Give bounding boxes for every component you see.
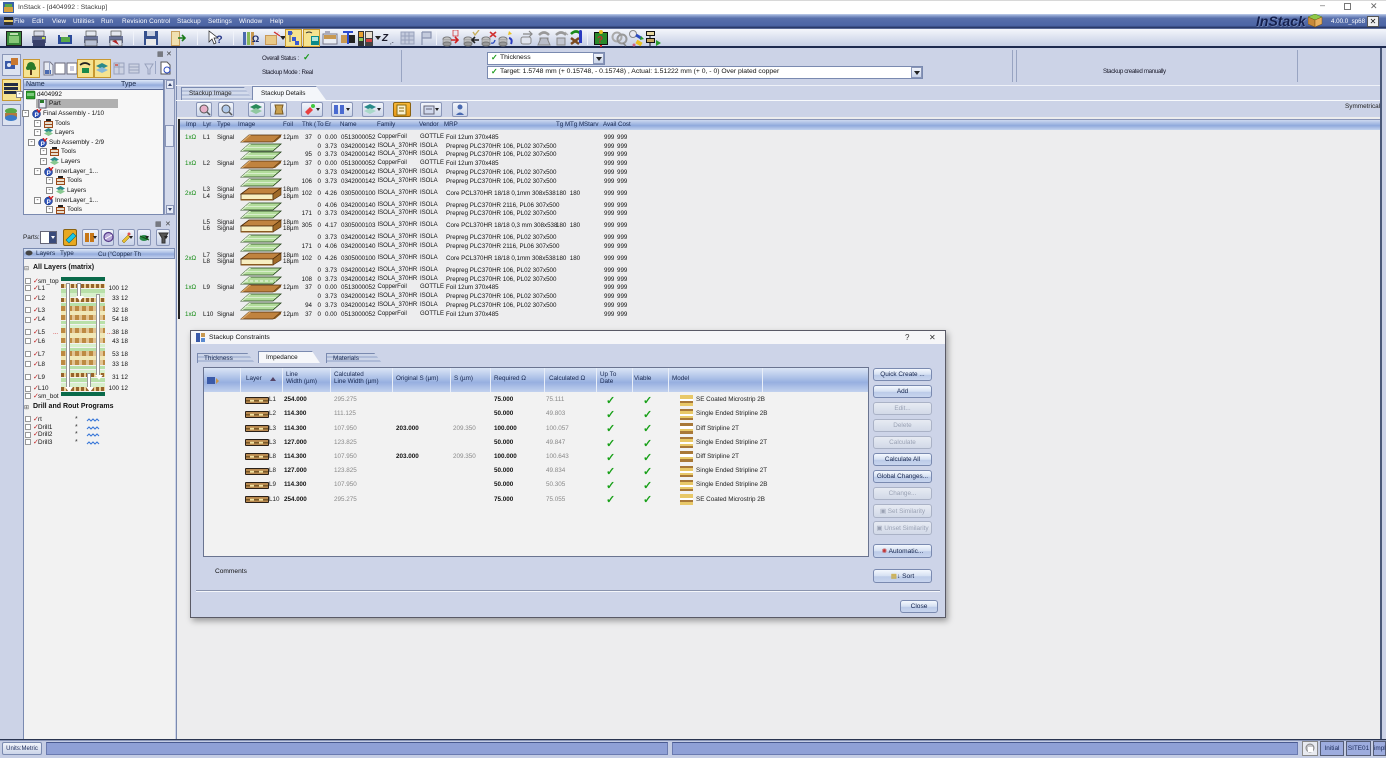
svg-text:?: ? <box>216 34 223 46</box>
svg-text:,-: ,- <box>390 40 394 46</box>
svg-text:?: ? <box>597 35 603 46</box>
svg-text:Ω: Ω <box>252 34 259 44</box>
svg-text:P: P <box>47 170 52 177</box>
svg-text:P: P <box>41 141 46 148</box>
svg-text:Z: Z <box>381 33 389 44</box>
svg-text:P: P <box>35 112 40 119</box>
svg-text:P: P <box>47 199 52 206</box>
